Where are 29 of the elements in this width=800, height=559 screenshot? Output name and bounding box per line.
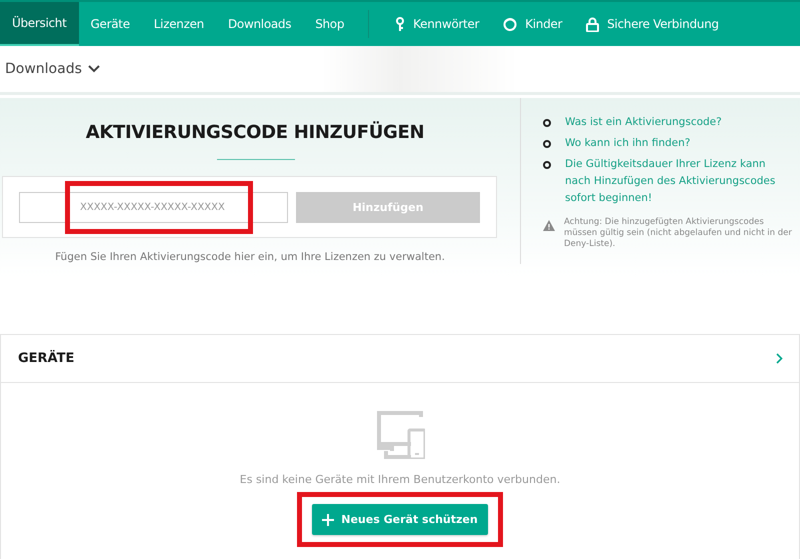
plus-icon [322, 514, 334, 526]
nav-link[interactable]: Kennwörter [383, 2, 492, 46]
section-title: AKTIVIERUNGSCODE HINZUFÜGEN [84, 122, 424, 143]
monitor-phone-icon [375, 409, 425, 459]
bullet-icon [543, 140, 551, 148]
downloads-dropdown[interactable]: Downloads [5, 61, 100, 77]
nav-link[interactable]: Kinder [491, 2, 574, 46]
nav-tab[interactable]: Übersicht [0, 2, 79, 46]
nav-tab[interactable]: Shop [303, 2, 356, 46]
bullet-icon [543, 161, 551, 169]
bullet-icon [543, 119, 551, 127]
key-icon [395, 16, 406, 32]
nav-link[interactable]: Sichere Verbindung [574, 2, 731, 46]
activation-code-field[interactable]: XXXXX-XXXXX-XXXXX-XXXXX [19, 192, 288, 222]
warning-text: Achtung: Die hinzugefügten Aktivierungscodes müssen gültig sein (nicht abgelaufen und nicht in der Deny-Liste). [564, 217, 793, 250]
lock-icon [586, 16, 600, 32]
help-link[interactable]: Was ist ein Aktivierungscode? [565, 114, 722, 131]
protect-device-button[interactable]: Neues Gerät schützen [312, 504, 488, 535]
chevron-right-icon[interactable] [776, 353, 783, 364]
help-link[interactable]: Die Gültigkeitsdauer Ihrer Lizenz kann nach Hinzufügen des Aktivierungscodes sofort beginnen! [565, 156, 793, 207]
empty-state-text: Es sind keine Geräte mit Ihrem Benutzerkonto verbunden. [240, 473, 560, 486]
help-link[interactable]: Wo kann ich ihn finden? [565, 135, 690, 152]
nav-tab[interactable]: Geräte [78, 2, 142, 46]
nav-tab[interactable]: Downloads [216, 2, 304, 46]
nav-tab[interactable]: Lizenzen [142, 2, 216, 46]
section-title: GERÄTE [18, 351, 74, 366]
chevron-down-icon [88, 65, 100, 73]
warning-icon [543, 220, 555, 231]
hint-text: Fügen Sie Ihren Aktivierungscode hier ein, um Ihre Lizenzen zu verwalten. [55, 251, 445, 263]
